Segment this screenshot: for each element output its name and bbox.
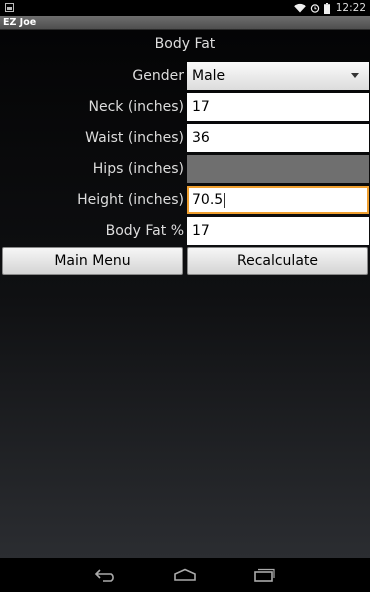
- height-row: Height (inches) 70.5: [0, 186, 370, 214]
- status-icons: 12:22: [293, 0, 366, 16]
- button-row: Main Menu Recalculate: [0, 247, 370, 275]
- body-fat-label: Body Fat %: [105, 223, 184, 239]
- neck-row: Neck (inches) 17: [0, 93, 370, 121]
- back-button[interactable]: [91, 564, 121, 586]
- recent-apps-icon: [254, 568, 275, 582]
- gender-value: Male: [192, 68, 226, 84]
- app-title: EZ Joe: [3, 17, 37, 28]
- neck-input[interactable]: 17: [187, 93, 369, 121]
- neck-value: 17: [192, 99, 210, 115]
- dropdown-arrow-icon: [351, 73, 359, 78]
- status-bar: 12:22: [0, 0, 370, 16]
- text-cursor: [224, 192, 226, 208]
- body-fat-row: Body Fat % 17: [0, 217, 370, 245]
- main-content: Body Fat Gender Male Neck (inches) 17 Wa…: [0, 30, 370, 558]
- recalculate-button[interactable]: Recalculate: [187, 247, 368, 275]
- notification-icon: [5, 3, 14, 12]
- home-icon: [174, 568, 196, 581]
- back-icon: [94, 569, 114, 582]
- app-title-bar: EZ Joe: [0, 16, 370, 30]
- gender-row: Gender Male: [0, 62, 370, 90]
- waist-row: Waist (inches) 36: [0, 124, 370, 152]
- height-input[interactable]: 70.5: [187, 186, 369, 214]
- waist-value: 36: [192, 130, 210, 146]
- screen-title: Body Fat: [154, 36, 216, 52]
- main-menu-button[interactable]: Main Menu: [2, 247, 183, 275]
- wifi-icon: [293, 3, 306, 13]
- navigation-bar: [0, 558, 370, 592]
- gender-spinner[interactable]: Male: [187, 62, 369, 90]
- home-button[interactable]: [170, 564, 200, 586]
- status-time: 12:22: [335, 2, 366, 14]
- recent-apps-button[interactable]: [249, 564, 279, 586]
- hips-row: Hips (inches): [0, 155, 370, 183]
- body-fat-input[interactable]: 17: [187, 217, 369, 245]
- body-fat-value: 17: [192, 223, 210, 239]
- hips-input: [187, 155, 369, 183]
- height-label: Height (inches): [77, 192, 184, 208]
- battery-icon: [323, 2, 330, 14]
- height-value: 70.5: [192, 192, 224, 208]
- waist-input[interactable]: 36: [187, 124, 369, 152]
- neck-label: Neck (inches): [88, 99, 184, 115]
- hips-label: Hips (inches): [92, 161, 184, 177]
- gender-label: Gender: [132, 68, 184, 84]
- alarm-icon: [310, 4, 319, 13]
- waist-label: Waist (inches): [85, 130, 184, 146]
